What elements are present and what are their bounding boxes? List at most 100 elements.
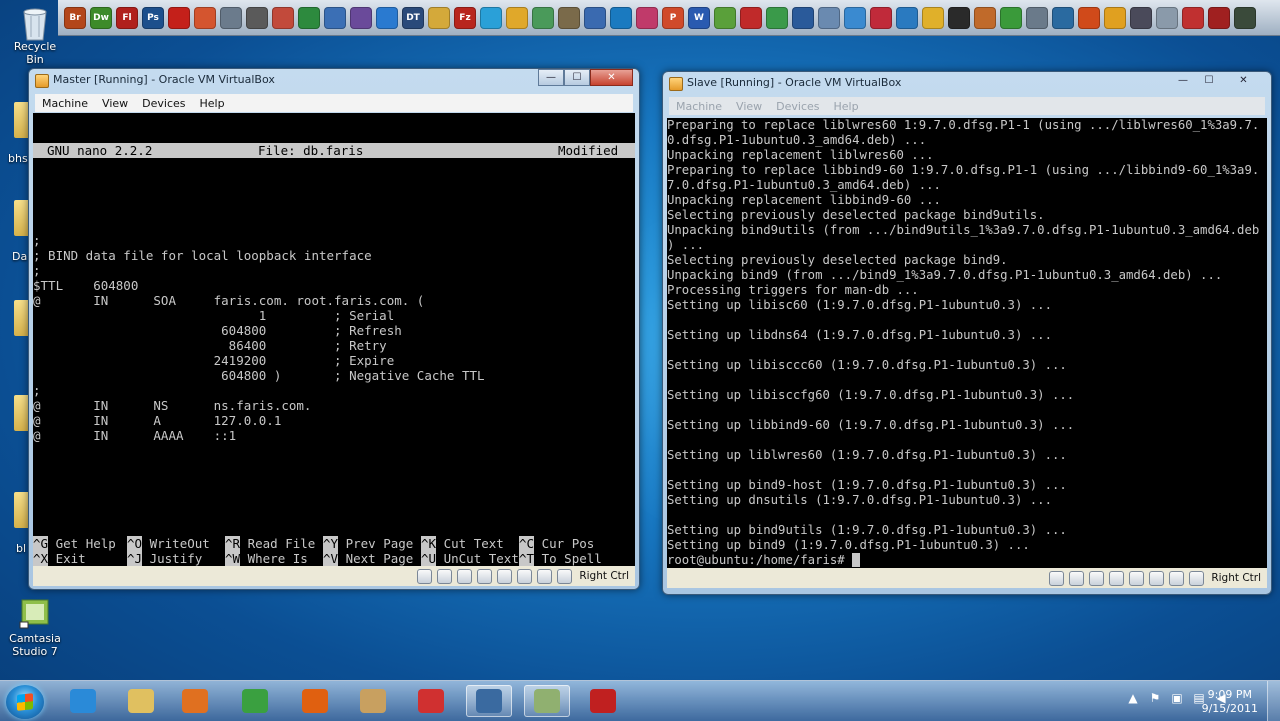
- close-button[interactable]: ✕: [590, 69, 633, 86]
- optical-drive-icon[interactable]: [437, 568, 453, 584]
- app-icon[interactable]: [1208, 6, 1230, 29]
- shared-folders-icon[interactable]: [497, 568, 513, 584]
- menu-devices[interactable]: Devices: [135, 97, 192, 110]
- clock[interactable]: 9:09 PM 9/15/2011: [1202, 688, 1258, 716]
- virtualbox-icon[interactable]: [792, 6, 814, 29]
- app-icon[interactable]: [766, 6, 788, 29]
- app-icon[interactable]: [870, 6, 892, 29]
- app-icon[interactable]: [376, 6, 398, 29]
- app-icon[interactable]: [532, 6, 554, 29]
- slave-vm-window[interactable]: Slave [Running] - Oracle VM VirtualBox —…: [662, 71, 1272, 595]
- taskbar-app-button[interactable]: [232, 685, 278, 717]
- folder-icon[interactable]: [428, 6, 450, 29]
- app-icon[interactable]: [558, 6, 580, 29]
- close-button[interactable]: ✕: [1222, 72, 1265, 89]
- vm-screen[interactable]: GNU nano 2.2.2 File: db.faris Modified ;…: [33, 113, 635, 566]
- virtualization-icon[interactable]: [537, 568, 553, 584]
- app-icon[interactable]: [844, 6, 866, 29]
- taskbar-app-button[interactable]: [350, 685, 396, 717]
- maximize-button[interactable]: ☐: [564, 69, 590, 86]
- app-icon[interactable]: [194, 6, 216, 29]
- photoshop-icon[interactable]: Ps: [142, 6, 164, 29]
- nano-editor-text[interactable]: ;; BIND data file for local loopback int…: [33, 233, 635, 443]
- device-icon[interactable]: ▣: [1170, 691, 1184, 705]
- bridge-icon[interactable]: Br: [64, 6, 86, 29]
- minimize-button[interactable]: —: [538, 69, 564, 86]
- app-icon[interactable]: [324, 6, 346, 29]
- taskbar-app-button[interactable]: [60, 685, 106, 717]
- show-hidden-icons-icon[interactable]: ▲: [1126, 691, 1140, 705]
- cpuz-icon[interactable]: [350, 6, 372, 29]
- tools-icon[interactable]: [220, 6, 242, 29]
- app-icon[interactable]: [272, 6, 294, 29]
- hard-disk-icon[interactable]: [417, 568, 433, 584]
- app-icon[interactable]: [896, 6, 918, 29]
- taskbar-app-button[interactable]: [524, 685, 570, 717]
- master-vm-window[interactable]: Master [Running] - Oracle VM VirtualBox …: [28, 68, 640, 590]
- menu-view[interactable]: View: [95, 97, 135, 110]
- display-icon[interactable]: [517, 568, 533, 584]
- app-icon[interactable]: [714, 6, 736, 29]
- filezilla-icon[interactable]: Fz: [454, 6, 476, 29]
- app-icon[interactable]: [1130, 6, 1152, 29]
- dreamweaver-icon[interactable]: Dw: [90, 6, 112, 29]
- hard-disk-icon[interactable]: [1049, 570, 1065, 586]
- app-icon[interactable]: [1104, 6, 1126, 29]
- vm-screen[interactable]: Preparing to replace liblwres60 1:9.7.0.…: [667, 118, 1267, 568]
- app-icon[interactable]: [1234, 6, 1256, 29]
- app-icon[interactable]: [1000, 6, 1022, 29]
- maximize-button[interactable]: ☐: [1196, 72, 1222, 89]
- taskbar-app-button[interactable]: [292, 685, 338, 717]
- mouse-integration-icon[interactable]: [1189, 570, 1205, 586]
- action-center-icon[interactable]: ⚑: [1148, 691, 1162, 705]
- app-icon[interactable]: [1182, 6, 1204, 29]
- show-desktop-button[interactable]: [1267, 681, 1280, 721]
- app-icon[interactable]: [1026, 6, 1048, 29]
- app-icon[interactable]: [948, 6, 970, 29]
- desktop-icon-recycle-bin[interactable]: Recycle Bin: [4, 4, 66, 66]
- menu-help[interactable]: Help: [193, 97, 232, 110]
- app-icon[interactable]: [974, 6, 996, 29]
- menu-machine[interactable]: Machine: [35, 97, 95, 110]
- app-icon[interactable]: [636, 6, 658, 29]
- app-icon[interactable]: [584, 6, 606, 29]
- taskbar-app-button[interactable]: [118, 685, 164, 717]
- usb-icon[interactable]: [1089, 570, 1105, 586]
- app-icon[interactable]: [298, 6, 320, 29]
- minimize-button[interactable]: —: [1170, 72, 1196, 89]
- app-icon[interactable]: [922, 6, 944, 29]
- taskbar-app-button[interactable]: [580, 685, 626, 717]
- window-titlebar[interactable]: Slave [Running] - Oracle VM VirtualBox —…: [663, 72, 1271, 94]
- start-button[interactable]: [6, 685, 44, 719]
- app-icon[interactable]: [740, 6, 762, 29]
- menu-view[interactable]: View: [729, 100, 769, 113]
- network-icon[interactable]: [477, 568, 493, 584]
- app-icon[interactable]: [1156, 6, 1178, 29]
- menu-machine[interactable]: Machine: [669, 100, 729, 113]
- app-icon[interactable]: P: [662, 6, 684, 29]
- app-icon[interactable]: [610, 6, 632, 29]
- taskbar-app-button[interactable]: [466, 685, 512, 717]
- acrobat-icon[interactable]: [168, 6, 190, 29]
- app-icon[interactable]: [1052, 6, 1074, 29]
- taskbar-app-button[interactable]: [408, 685, 454, 717]
- flash-icon[interactable]: Fl: [116, 6, 138, 29]
- mouse-integration-icon[interactable]: [557, 568, 573, 584]
- app-icon[interactable]: [1078, 6, 1100, 29]
- desktop-icon-camtasia[interactable]: Camtasia Studio 7: [4, 596, 66, 658]
- usb-icon[interactable]: [457, 568, 473, 584]
- chrome-icon[interactable]: [506, 6, 528, 29]
- word-icon[interactable]: W: [688, 6, 710, 29]
- menu-help[interactable]: Help: [827, 100, 866, 113]
- shared-folders-icon[interactable]: [1129, 570, 1145, 586]
- virtualization-icon[interactable]: [1169, 570, 1185, 586]
- taskbar-app-button[interactable]: [172, 685, 218, 717]
- optical-drive-icon[interactable]: [1069, 570, 1085, 586]
- display-icon[interactable]: [1149, 570, 1165, 586]
- app-icon[interactable]: [818, 6, 840, 29]
- app-icon[interactable]: [480, 6, 502, 29]
- network-icon[interactable]: [1109, 570, 1125, 586]
- disk-icon[interactable]: [246, 6, 268, 29]
- menu-devices[interactable]: Devices: [769, 100, 826, 113]
- app-icon[interactable]: DT: [402, 6, 424, 29]
